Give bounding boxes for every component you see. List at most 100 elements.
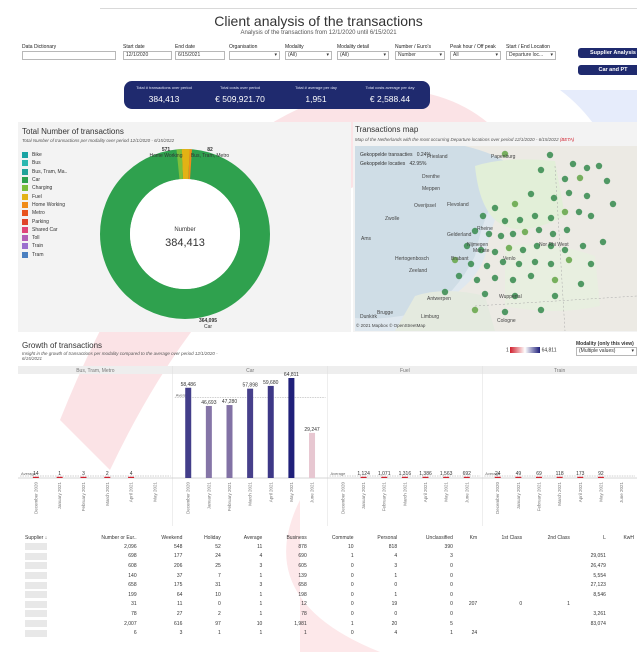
map-location-marker[interactable] (441, 288, 449, 296)
map-location-marker[interactable] (516, 216, 524, 224)
table-column-header[interactable]: Number or Eur.. (70, 533, 140, 542)
growth-bar[interactable] (226, 405, 233, 478)
table-column-header[interactable]: Km (456, 533, 480, 542)
map-location-marker[interactable] (551, 276, 559, 284)
map-location-marker[interactable] (491, 248, 499, 256)
table-column-header[interactable]: KwH (609, 533, 637, 542)
map-location-marker[interactable] (575, 208, 583, 216)
growth-bar[interactable] (401, 476, 408, 478)
table-row[interactable]: 6 3 1 1 1 0 4 1 24 (22, 628, 637, 638)
table-column-header[interactable]: Personal (357, 533, 401, 542)
map-location-marker[interactable] (576, 174, 584, 182)
growth-bar[interactable] (128, 476, 135, 478)
map-location-marker[interactable] (577, 280, 585, 288)
map-location-marker[interactable] (483, 262, 491, 270)
map-location-marker[interactable] (497, 232, 505, 240)
map-location-marker[interactable] (505, 244, 513, 252)
end-date-input[interactable]: 6/15/2021 (175, 51, 225, 60)
map-location-marker[interactable] (603, 177, 611, 185)
growth-bar[interactable] (104, 476, 111, 478)
growth-bar[interactable] (80, 476, 87, 478)
legend-item[interactable]: Bus, Tram, Ma.. (22, 168, 67, 176)
map-location-marker[interactable] (501, 308, 509, 316)
map-location-marker[interactable] (509, 276, 517, 284)
growth-bar[interactable] (494, 476, 501, 478)
growth-bar[interactable] (515, 476, 522, 478)
car-and-pt-button[interactable]: Car and PT (578, 65, 637, 75)
table-row[interactable]: 608 206 25 3 605 0 3 0 26,479 (22, 561, 637, 571)
legend-item[interactable]: Train (22, 242, 67, 250)
table-row[interactable]: 698 177 24 4 690 1 4 3 29,051 (22, 552, 637, 562)
map-location-marker[interactable] (481, 290, 489, 298)
table-column-header[interactable]: Holiday (185, 533, 223, 542)
map-location-marker[interactable] (549, 230, 557, 238)
growth-bar[interactable] (32, 476, 39, 478)
map-location-marker[interactable] (511, 200, 519, 208)
map-location-marker[interactable] (583, 192, 591, 200)
map-location-marker[interactable] (551, 292, 559, 300)
growth-bar[interactable] (597, 476, 604, 478)
map-location-marker[interactable] (455, 272, 463, 280)
map-location-marker[interactable] (509, 230, 517, 238)
map-location-marker[interactable] (569, 160, 577, 168)
map-location-marker[interactable] (527, 272, 535, 280)
map-location-marker[interactable] (563, 226, 571, 234)
start-end-location-select[interactable]: Departure loc... ▾ (506, 51, 556, 60)
table-column-header[interactable]: Weekend (140, 533, 186, 542)
table-column-header[interactable]: Unclassified (400, 533, 456, 542)
table-column-header[interactable]: L (573, 533, 609, 542)
growth-bar[interactable] (185, 387, 192, 478)
legend-item[interactable]: Bike (22, 151, 67, 159)
map-location-marker[interactable] (479, 212, 487, 220)
modality-view-select[interactable]: (Multiple values) ▾ (576, 347, 637, 356)
legend-item[interactable]: Home Working (22, 201, 67, 209)
map-location-marker[interactable] (599, 238, 607, 246)
map-location-marker[interactable] (565, 256, 573, 264)
growth-bar[interactable] (443, 476, 450, 478)
organisation-select[interactable]: ▾ (229, 51, 280, 60)
number-euro-select[interactable]: Number ▾ (395, 51, 445, 60)
map-location-marker[interactable] (501, 217, 509, 225)
table-column-header[interactable]: 1st Class (480, 533, 525, 542)
map-location-marker[interactable] (519, 246, 527, 254)
map-location-marker[interactable] (535, 226, 543, 234)
growth-bar[interactable] (309, 432, 316, 478)
map-location-marker[interactable] (471, 306, 479, 314)
table-row[interactable]: 31 11 0 1 12 0 19 0 207 0 1 (22, 600, 637, 610)
supplier-analysis-button[interactable]: Supplier Analysis (578, 48, 637, 58)
table-column-header[interactable]: Average (224, 533, 266, 542)
legend-item[interactable]: Metro (22, 209, 67, 217)
map-location-marker[interactable] (550, 194, 558, 202)
table-column-header[interactable]: Supplier ↓ (22, 533, 70, 542)
modality-select[interactable]: (All) ▾ (285, 51, 332, 60)
transactions-map[interactable]: Gekoppelde transacties 0.24% Gekoppelde … (355, 146, 637, 331)
map-location-marker[interactable] (531, 212, 539, 220)
map-location-marker[interactable] (547, 214, 555, 222)
legend-item[interactable]: Tram (22, 251, 67, 259)
map-location-marker[interactable] (609, 200, 617, 208)
growth-bar[interactable] (463, 476, 470, 478)
growth-bar[interactable] (535, 476, 542, 478)
growth-bar[interactable] (267, 385, 274, 478)
start-date-input[interactable]: 12/1/2020 (123, 51, 172, 60)
map-location-marker[interactable] (491, 274, 499, 282)
legend-item[interactable]: Fuel (22, 192, 67, 200)
table-row[interactable]: 140 37 7 1 139 0 1 0 5,554 (22, 571, 637, 581)
table-row[interactable]: 78 27 2 1 78 0 0 0 3,261 (22, 609, 637, 619)
map-location-marker[interactable] (521, 228, 529, 236)
map-location-marker[interactable] (579, 242, 587, 250)
map-location-marker[interactable] (537, 306, 545, 314)
map-location-marker[interactable] (595, 162, 603, 170)
data-dictionary-input[interactable] (22, 51, 116, 60)
legend-item[interactable]: Bus (22, 159, 67, 167)
map-location-marker[interactable] (537, 166, 545, 174)
table-row[interactable]: 2,096 548 52 11 878 10 818 390 (22, 542, 637, 552)
map-location-marker[interactable] (587, 212, 595, 220)
peak-hour-select[interactable]: All ▾ (450, 51, 501, 60)
legend-item[interactable]: Parking (22, 217, 67, 225)
map-location-marker[interactable] (565, 189, 573, 197)
map-location-marker[interactable] (546, 151, 554, 159)
legend-item[interactable]: Car (22, 176, 67, 184)
table-column-header[interactable]: Commute (310, 533, 357, 542)
table-row[interactable]: 2,007 616 97 10 1,981 1 20 5 83,074 (22, 619, 637, 629)
